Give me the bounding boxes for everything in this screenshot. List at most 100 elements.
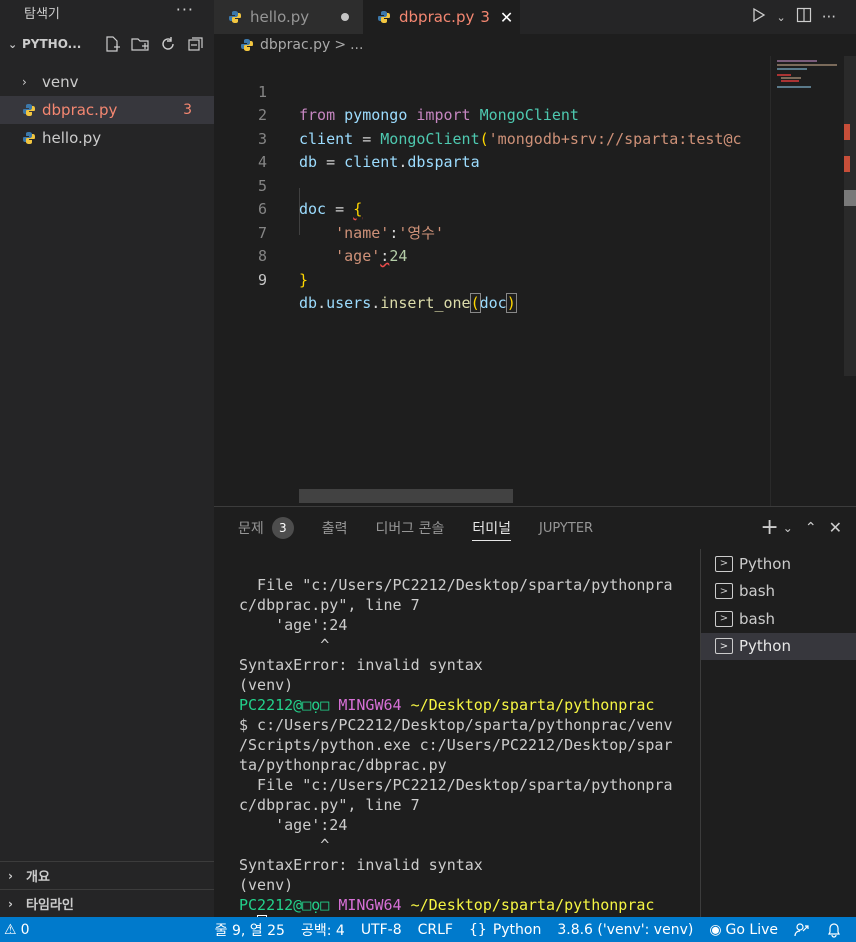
terminal-output[interactable]: File "c:/Users/PC2212/Desktop/sparta/pyt… [239,555,679,935]
code-line-7: 7 'age':24 [214,198,770,266]
tab-dbprac-py[interactable]: dbprac.py 3 ✕ [363,0,520,34]
tab-label: 출력 [321,521,348,537]
code-editor[interactable]: 1 from pymongo import MongoClient 2 clie… [214,56,856,506]
terminal-item-label: bash [739,609,776,628]
code-line-5: 5 doc = { [214,151,770,219]
terminal-item-bash[interactable]: > bash [701,605,856,633]
close-icon[interactable]: ✕ [500,8,513,27]
code-line-2: 2 client = MongoClient('mongodb+srv://sp… [214,81,770,148]
notifications-bell-icon[interactable] [818,917,856,942]
chevron-right-icon: › [8,896,13,911]
python-file-icon [22,103,42,117]
unsaved-dot-icon[interactable] [341,13,349,21]
tab-label: 문제 [238,521,264,537]
add-terminal-icon[interactable]: + [760,515,778,540]
terminal-item-bash[interactable]: > bash [701,578,856,606]
tab-terminal[interactable]: 터미널 [472,507,511,549]
terminal-line: File "c:/Users/PC2212/Desktop/sparta/pyt… [239,576,673,594]
explorer-title: 탐색기 ··· [0,0,214,24]
maximize-panel-icon[interactable]: ⌃ [805,520,817,536]
tab-problems[interactable]: 문제 3 [238,507,294,549]
terminal-line: 'age':24 [239,816,348,834]
terminal-line: /Scripts/python.exe c:/Users/PC2212/Desk… [239,736,673,754]
error-marker [844,124,850,140]
collapse-all-icon[interactable] [186,34,206,54]
outline-label: 개요 [26,870,50,885]
terminal-item-label: bash [739,582,776,601]
terminal-line: (venv) [239,876,294,894]
new-file-icon[interactable] [102,34,122,54]
editor-tabs: hello.py dbprac.py 3 ✕ ⌄ ··· [214,0,856,34]
chevron-down-icon: ⌄ [8,37,18,51]
terminal-line: SyntaxError: invalid syntax [239,856,483,874]
chevron-down-icon[interactable]: ⌄ [776,11,785,24]
indentation[interactable]: 공백: 4 [293,917,353,942]
horizontal-scrollbar[interactable] [299,489,513,503]
python-file-icon [377,10,391,24]
go-live-button[interactable]: ◉ Go Live [701,917,786,942]
vertical-scrollbar[interactable] [844,56,856,376]
tab-output[interactable]: 출력 [322,507,348,549]
broadcast-icon: ◉ [709,921,722,938]
python-interpreter[interactable]: 3.8.6 ('venv': venv) [549,917,701,942]
new-folder-icon[interactable] [130,34,150,54]
language-label: Python [492,921,542,938]
code-line-1: 1 from pymongo import MongoClient [214,57,770,125]
problems-badge: 3 [183,102,192,118]
line-number: 9 [257,270,267,289]
code-line-8: 8 } [214,222,770,289]
chevron-right-icon: › [8,868,13,883]
more-actions-icon[interactable]: ··· [822,8,836,26]
refresh-icon[interactable] [158,34,178,54]
tab-hello-py[interactable]: hello.py [214,0,363,34]
code-line-3: 3 db = client.dbsparta [214,104,770,172]
terminal-line: $ c:/Users/PC2212/Desktop/sparta/pythonp… [239,716,673,734]
more-actions-icon[interactable]: ··· [176,0,194,19]
tab-label: hello.py [250,8,310,26]
tree-item-venv[interactable]: › venv [0,68,214,96]
explorer-sidebar: 탐색기 ··· ⌄ PYTHO... › venv dbprac.py 3 he… [0,0,214,917]
problems-count-badge: 3 [271,517,294,539]
code-line-4: 4 [214,128,770,171]
encoding[interactable]: UTF-8 [353,917,410,942]
workspace-folder-header[interactable]: ⌄ PYTHO... [0,24,214,64]
tree-item-label: dbprac.py [42,101,118,119]
tab-label: dbprac.py [399,8,475,26]
terminal-list: > Python > bash > bash > Python [700,549,856,918]
explorer-title-label: 탐색기 [24,6,60,22]
breadcrumb-separator: > [334,37,347,53]
problems-status[interactable]: ⚠ 0 [0,917,37,942]
tree-item-label: hello.py [42,129,102,147]
scroll-thumb[interactable] [844,190,856,206]
tab-jupyter[interactable]: JUPYTER [539,507,593,549]
terminal-line: ^ [239,836,330,854]
feedback-icon[interactable] [786,917,818,942]
timeline-section[interactable]: › 타임라인 [0,889,214,917]
language-mode[interactable]: {} Python [461,917,549,942]
close-panel-icon[interactable]: ✕ [829,518,842,537]
terminal-icon: > [715,583,733,600]
workspace-folder-name: PYTHO... [22,37,82,51]
terminal-item-python[interactable]: > Python [701,550,856,578]
end-of-line[interactable]: CRLF [410,917,461,942]
terminal-line: File "c:/Users/PC2212/Desktop/sparta/pyt… [239,776,673,794]
minimap[interactable] [770,56,844,506]
terminal-icon: > [715,638,733,655]
terminal-item-python[interactable]: > Python [701,632,856,660]
chevron-down-icon[interactable]: ⌄ [783,521,793,535]
breadcrumb-file[interactable]: dbprac.py [260,37,330,53]
split-editor-icon[interactable] [796,7,812,27]
terminal-line: c/dbprac.py", line 7 [239,596,420,614]
tree-item-dbprac[interactable]: dbprac.py 3 [0,96,214,124]
run-icon[interactable] [750,7,766,27]
tab-debug-console[interactable]: 디버그 콘솔 [376,507,445,549]
tab-label: JUPYTER [539,520,594,536]
terminal-line: ^ [239,636,330,654]
cursor-position[interactable]: 줄 9, 열 25 [207,917,293,942]
tab-label: 디버그 콘솔 [375,521,445,537]
warning-icon: ⚠ [4,921,17,938]
tree-item-hello[interactable]: hello.py [0,124,214,152]
outline-section[interactable]: › 개요 [0,861,214,889]
code-line-6: 6 'name':'영수' [214,175,770,242]
breadcrumb-more[interactable]: ... [350,37,363,53]
